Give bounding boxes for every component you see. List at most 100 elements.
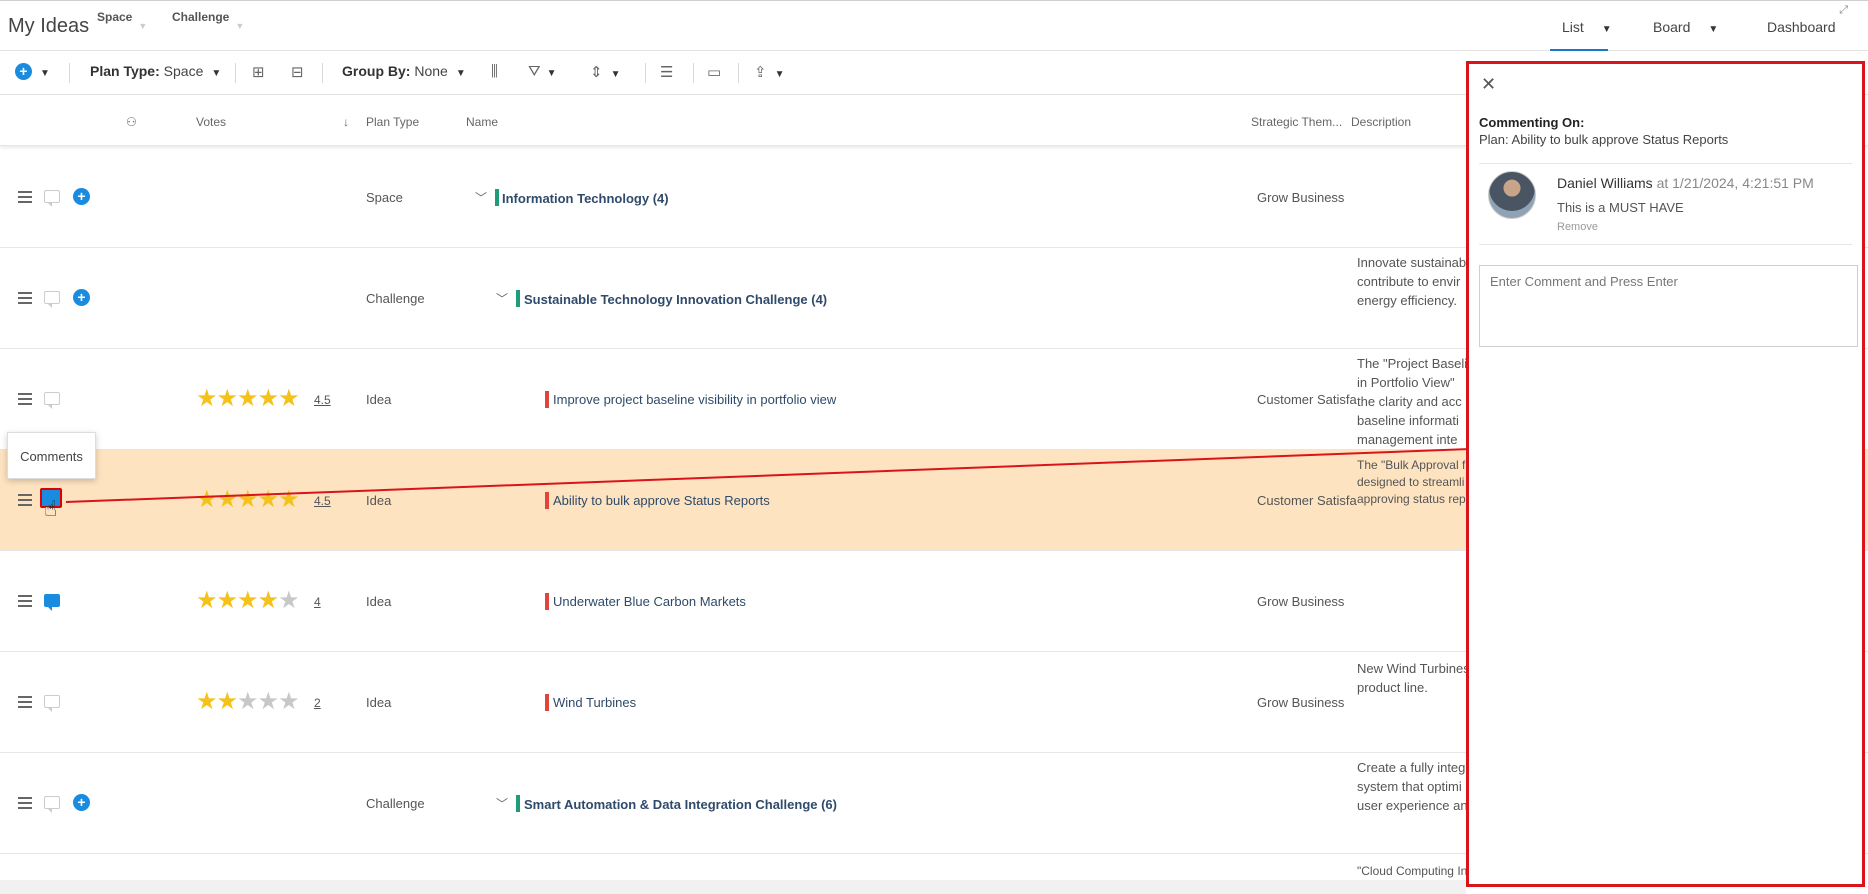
chevron-down-icon: ▼ bbox=[235, 21, 245, 31]
star-rating[interactable]: ★★★★★ bbox=[196, 387, 300, 411]
vote-count-link[interactable]: 4 bbox=[314, 595, 321, 609]
column-name[interactable]: Name bbox=[466, 115, 498, 129]
vote-count-link[interactable]: 4.5 bbox=[314, 393, 331, 407]
idea-color-bar bbox=[545, 492, 549, 509]
menu-icon[interactable] bbox=[18, 292, 32, 304]
plan-type-cell: Idea bbox=[366, 594, 392, 609]
filter-icon[interactable]: ⛛ ▼ bbox=[528, 63, 557, 80]
chevron-down-icon: ▼ bbox=[40, 68, 50, 79]
add-child-button[interactable]: + bbox=[73, 289, 90, 307]
chevron-down-icon[interactable]: ﹀ bbox=[496, 290, 508, 307]
divider bbox=[1479, 244, 1852, 245]
group-color-bar bbox=[516, 795, 520, 812]
chevron-down-icon[interactable]: ﹀ bbox=[496, 795, 508, 812]
add-new-button[interactable]: + ▼ bbox=[15, 63, 50, 80]
app-root: My Ideas Space▼ Challenge▼ List ▼ Board ▼ … bbox=[0, 0, 1868, 894]
column-description[interactable]: Description bbox=[1351, 115, 1411, 129]
menu-icon[interactable] bbox=[18, 595, 32, 607]
comment-icon[interactable] bbox=[44, 392, 60, 409]
comments-panel: ✕ Commenting On: Plan: Ability to bulk a… bbox=[1466, 61, 1865, 887]
strategic-theme-cell: Grow Business bbox=[1257, 190, 1345, 205]
toolbar-divider bbox=[235, 63, 236, 83]
group-by-dropdown[interactable]: Group By: None ▼ bbox=[342, 63, 466, 79]
chevron-down-icon[interactable]: ﹀ bbox=[475, 189, 487, 206]
chevron-down-icon: ▼ bbox=[455, 68, 466, 79]
strategic-theme-cell: Grow Business bbox=[1257, 594, 1345, 609]
board-view-dropdown-icon[interactable]: ▼ bbox=[1708, 24, 1718, 35]
toolbar-divider bbox=[69, 63, 70, 83]
horizontal-scrollbar[interactable] bbox=[0, 880, 1466, 894]
divider bbox=[1479, 163, 1852, 164]
sort-arrow-icon[interactable]: ↓ bbox=[343, 115, 349, 129]
chevron-down-icon: ▼ bbox=[138, 21, 148, 31]
tab-list[interactable]: List ▼ bbox=[1550, 19, 1612, 51]
star-rating[interactable]: ★★★★★ bbox=[196, 589, 300, 613]
plus-icon: + bbox=[73, 794, 90, 811]
tab-board[interactable]: Board ▼ bbox=[1653, 19, 1718, 35]
row-name-link[interactable]: Information Technology (4) bbox=[502, 191, 669, 206]
column-strategic-theme[interactable]: Strategic Them... bbox=[1251, 115, 1342, 129]
comment-icon[interactable] bbox=[44, 190, 60, 207]
strategic-theme-cell: Customer Satisfa bbox=[1257, 493, 1357, 508]
comment-icon[interactable] bbox=[44, 291, 60, 308]
menu-icon[interactable] bbox=[18, 696, 32, 708]
menu-icon[interactable] bbox=[18, 797, 32, 809]
list-icon[interactable]: ☰ bbox=[660, 63, 673, 81]
row-name-link[interactable]: Underwater Blue Carbon Markets bbox=[553, 594, 746, 609]
plan-type-cell: Challenge bbox=[366, 796, 425, 811]
description-cell: New Wind Turbines product line. bbox=[1357, 661, 1467, 695]
plan-type-cell: Idea bbox=[366, 695, 392, 710]
description-cell: The "Bulk Approval f designed to streamli… bbox=[1357, 458, 1466, 506]
row-name-link[interactable]: Sustainable Technology Innovation Challe… bbox=[524, 292, 827, 307]
collapse-all-icon[interactable]: ⊟ bbox=[291, 63, 304, 81]
column-plan-type[interactable]: Plan Type bbox=[366, 115, 419, 129]
group-color-bar bbox=[516, 290, 520, 307]
hand-cursor-icon: ☝ bbox=[44, 496, 58, 521]
idea-color-bar bbox=[545, 593, 549, 610]
add-child-button[interactable]: + bbox=[73, 188, 90, 206]
plan-type-dropdown[interactable]: Plan Type: Space ▼ bbox=[90, 63, 221, 79]
vote-count-link[interactable]: 4.5 bbox=[314, 494, 331, 508]
star-rating[interactable]: ★★★★★ bbox=[196, 690, 300, 714]
add-child-button[interactable]: + bbox=[73, 794, 90, 812]
comment-icon[interactable] bbox=[44, 695, 60, 712]
row-name-link[interactable]: Ability to bulk approve Status Reports bbox=[553, 493, 770, 508]
comment-input[interactable] bbox=[1479, 265, 1858, 347]
strategic-theme-cell: Customer Satisfa bbox=[1257, 392, 1357, 407]
columns-icon[interactable]: ⫼ bbox=[491, 63, 498, 80]
comment-author: Daniel Williams at 1/21/2024, 4:21:51 PM bbox=[1557, 175, 1814, 191]
menu-icon[interactable] bbox=[18, 393, 32, 405]
comment-icon[interactable] bbox=[44, 796, 60, 813]
description-cell: The "Project Baseli in Portfolio View" the… bbox=[1357, 356, 1467, 447]
header: My Ideas Space▼ Challenge▼ List ▼ Board ▼ … bbox=[0, 0, 1868, 51]
export-icon[interactable]: ⇪ ▼ bbox=[754, 63, 784, 81]
row-name-link[interactable]: Improve project baseline visibility in p… bbox=[553, 392, 836, 407]
row-name-link[interactable]: Wind Turbines bbox=[553, 695, 636, 710]
menu-icon[interactable] bbox=[18, 191, 32, 203]
close-icon[interactable]: ✕ bbox=[1481, 74, 1496, 95]
challenge-filter-dropdown[interactable]: Challenge▼ bbox=[172, 10, 244, 31]
star-rating[interactable]: ★★★★★ bbox=[196, 488, 300, 512]
row-name-link[interactable]: Smart Automation & Data Integration Chal… bbox=[524, 797, 837, 812]
tab-dashboard[interactable]: Dashboard bbox=[1767, 19, 1836, 35]
expand-all-icon[interactable]: ⊞ bbox=[252, 63, 265, 81]
list-view-dropdown-icon[interactable]: ▼ bbox=[1602, 24, 1612, 35]
plus-icon: + bbox=[73, 289, 90, 306]
panel-subject: Plan: Ability to bulk approve Status Rep… bbox=[1479, 132, 1729, 147]
expand-icon[interactable]: ⤢ bbox=[1839, 4, 1848, 17]
comment-text: This is a MUST HAVE bbox=[1557, 200, 1684, 215]
group-color-bar bbox=[495, 189, 499, 206]
vote-count-link[interactable]: 2 bbox=[314, 696, 321, 710]
remove-comment-link[interactable]: Remove bbox=[1557, 221, 1598, 233]
row-height-icon[interactable]: ⇕ ▼ bbox=[590, 63, 620, 81]
space-filter-dropdown[interactable]: Space▼ bbox=[97, 10, 147, 31]
column-votes[interactable]: Votes bbox=[196, 115, 226, 129]
comment-icon[interactable]: ▭ bbox=[707, 63, 721, 81]
toolbar-divider bbox=[738, 63, 739, 83]
comment-icon[interactable] bbox=[44, 594, 60, 611]
plus-icon: + bbox=[73, 188, 90, 205]
menu-icon[interactable] bbox=[18, 494, 32, 506]
strategic-theme-cell: Grow Business bbox=[1257, 695, 1345, 710]
hierarchy-icon[interactable]: ⚇ bbox=[126, 115, 137, 129]
idea-color-bar bbox=[545, 694, 549, 711]
